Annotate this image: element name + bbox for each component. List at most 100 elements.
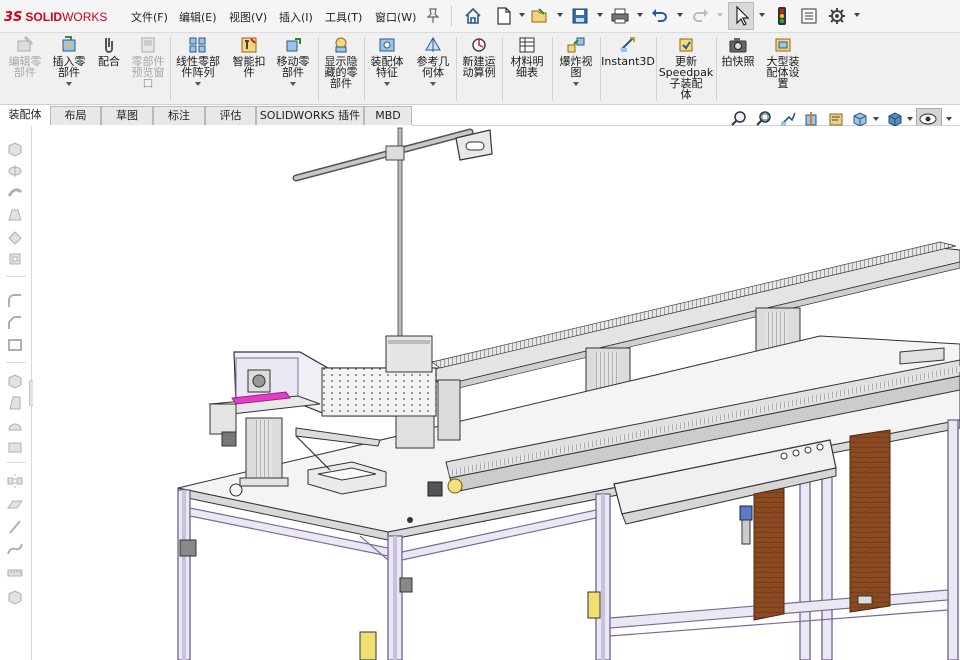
motion-study-icon — [472, 38, 486, 52]
reference-geometry-button[interactable]: 参考几 何体 — [412, 35, 454, 86]
fillet-icon[interactable] — [6, 292, 24, 310]
select-arrow-icon — [736, 5, 750, 26]
tab-mbd[interactable]: MBD — [364, 106, 412, 125]
extrude-icon[interactable] — [6, 140, 24, 158]
open-dropdown-arrow[interactable] — [557, 13, 563, 17]
options-gear-icon[interactable] — [825, 5, 849, 27]
curves-icon[interactable] — [6, 540, 24, 558]
insert-component-button[interactable]: 插入零 部件 — [48, 35, 90, 86]
ribbon-separator — [552, 37, 553, 101]
chamfer-icon[interactable] — [6, 314, 24, 332]
reference-plane-icon[interactable] — [6, 496, 24, 514]
tab-layout[interactable]: 布局 — [50, 106, 101, 125]
large-assembly-icon — [775, 38, 791, 52]
material-icon[interactable] — [6, 588, 24, 606]
exploded-view-dropdown[interactable] — [573, 82, 579, 86]
menu-edit[interactable]: 编辑(E) — [179, 9, 217, 25]
loft-icon[interactable] — [6, 206, 24, 224]
large-assembly-settings-button[interactable]: 大型装 配体设 置 — [762, 35, 804, 89]
wrap-icon[interactable] — [6, 438, 24, 456]
save-dropdown-arrow[interactable] — [597, 13, 603, 17]
assembly-model-drawing[interactable] — [33, 126, 960, 660]
exploded-view-label: 爆炸视 图 — [559, 55, 593, 79]
ribbon-separator — [456, 37, 457, 101]
view-orientation-dropdown[interactable] — [873, 117, 879, 121]
undo-icon[interactable] — [648, 5, 672, 27]
tab-solidworks-addins[interactable]: SOLIDWORKS 插件 — [256, 106, 364, 125]
reference-geometry-dropdown[interactable] — [430, 82, 436, 86]
pole-clamp — [385, 145, 405, 161]
rebuild-icon[interactable] — [770, 5, 794, 27]
tab-assembly[interactable]: 装配体 — [0, 106, 50, 125]
redo-dropdown-arrow[interactable] — [717, 13, 723, 17]
take-snapshot-button[interactable]: 拍快照 — [718, 35, 758, 67]
bom-button[interactable]: 材料明 细表 — [504, 35, 550, 78]
assembly-feature-dropdown[interactable] — [384, 82, 390, 86]
vertical-pole — [397, 127, 403, 349]
instant-measure-icon[interactable] — [6, 564, 24, 582]
move-component-dropdown[interactable] — [290, 82, 296, 86]
new-document-icon[interactable] — [492, 5, 516, 27]
sweep-icon[interactable] — [6, 184, 24, 202]
linear-pattern-dropdown[interactable] — [195, 82, 201, 86]
menu-file[interactable]: 文件(F) — [131, 9, 168, 25]
exploded-view-icon — [567, 37, 585, 53]
smart-fastener-button[interactable]: 智能扣 件 — [228, 35, 270, 78]
menu-view[interactable]: 视图(V) — [229, 9, 267, 25]
panel-button[interactable] — [804, 446, 812, 454]
move-component-button[interactable]: 移动零 部件 — [272, 35, 314, 86]
boundary-icon[interactable] — [6, 228, 24, 246]
tab-markup[interactable]: 标注 — [153, 106, 205, 125]
revolve-icon[interactable] — [6, 162, 24, 180]
display-style-dropdown[interactable] — [907, 117, 913, 121]
ribbon-separator — [716, 37, 717, 101]
panel-button[interactable] — [780, 452, 788, 460]
home-icon[interactable] — [461, 5, 485, 27]
file-properties-icon[interactable] — [797, 5, 821, 27]
new-motion-study-button[interactable]: 新建运 动算例 — [458, 35, 500, 78]
select-button[interactable] — [728, 2, 754, 30]
save-icon[interactable] — [568, 5, 592, 27]
edit-component-button[interactable]: 编辑零 部件 — [4, 35, 46, 78]
new-dropdown-arrow[interactable] — [519, 13, 525, 17]
options-dropdown-arrow[interactable] — [854, 13, 860, 17]
mirror-icon[interactable] — [6, 472, 24, 490]
wood-side-panel — [849, 429, 891, 613]
pin-icon[interactable] — [427, 8, 439, 24]
panel-button[interactable] — [816, 443, 824, 451]
exploded-view-button[interactable]: 爆炸视 图 — [554, 35, 598, 86]
assembly-features-button[interactable]: 装配体 特征 — [366, 35, 408, 86]
hide-show-items-dropdown[interactable] — [946, 117, 952, 121]
move-component-icon — [286, 38, 301, 52]
shell-icon[interactable] — [6, 336, 24, 354]
component-preview-button[interactable]: 零部件 预览窗 口 — [127, 35, 169, 89]
cut-icon[interactable] — [6, 250, 24, 268]
show-hidden-components-button[interactable]: 显示隐 藏的零 部件 — [320, 35, 362, 89]
print-dropdown-arrow[interactable] — [637, 13, 643, 17]
menu-tools[interactable]: 工具(T) — [325, 9, 362, 25]
menu-window[interactable]: 窗口(W) — [375, 9, 416, 25]
undo-dropdown-arrow[interactable] — [677, 13, 683, 17]
axis-icon[interactable] — [6, 518, 24, 536]
left-feature-toolbar — [0, 126, 32, 660]
print-icon[interactable] — [608, 5, 632, 27]
sidebar-separator — [6, 362, 26, 363]
panel-button[interactable] — [792, 449, 800, 457]
solidworks-logo[interactable]: 3S SOLIDWORKS — [4, 8, 107, 26]
tab-evaluate[interactable]: 评估 — [205, 106, 256, 125]
graphics-area[interactable] — [33, 126, 960, 660]
draft-icon[interactable] — [6, 394, 24, 412]
menu-insert[interactable]: 插入(I) — [279, 9, 313, 25]
instant3d-button[interactable]: Instant3D — [601, 35, 655, 67]
tab-sketch[interactable]: 草图 — [101, 106, 153, 125]
linear-pattern-button[interactable]: 线性零部 件阵列 — [172, 35, 224, 86]
open-icon[interactable] — [528, 5, 552, 27]
command-manager: 编辑零 部件 插入零 部件 配合 零部件 预览窗 口 线性零部 件阵列 智能扣 … — [0, 33, 960, 105]
select-dropdown-arrow[interactable] — [759, 13, 765, 17]
redo-icon[interactable] — [688, 5, 712, 27]
insert-component-dropdown[interactable] — [66, 82, 72, 86]
rib-icon[interactable] — [6, 372, 24, 390]
update-speedpak-button[interactable]: 更新 Speedpak 子装配 体 — [658, 35, 714, 100]
mate-button[interactable]: 配合 — [94, 35, 124, 67]
dome-icon[interactable] — [6, 416, 24, 434]
